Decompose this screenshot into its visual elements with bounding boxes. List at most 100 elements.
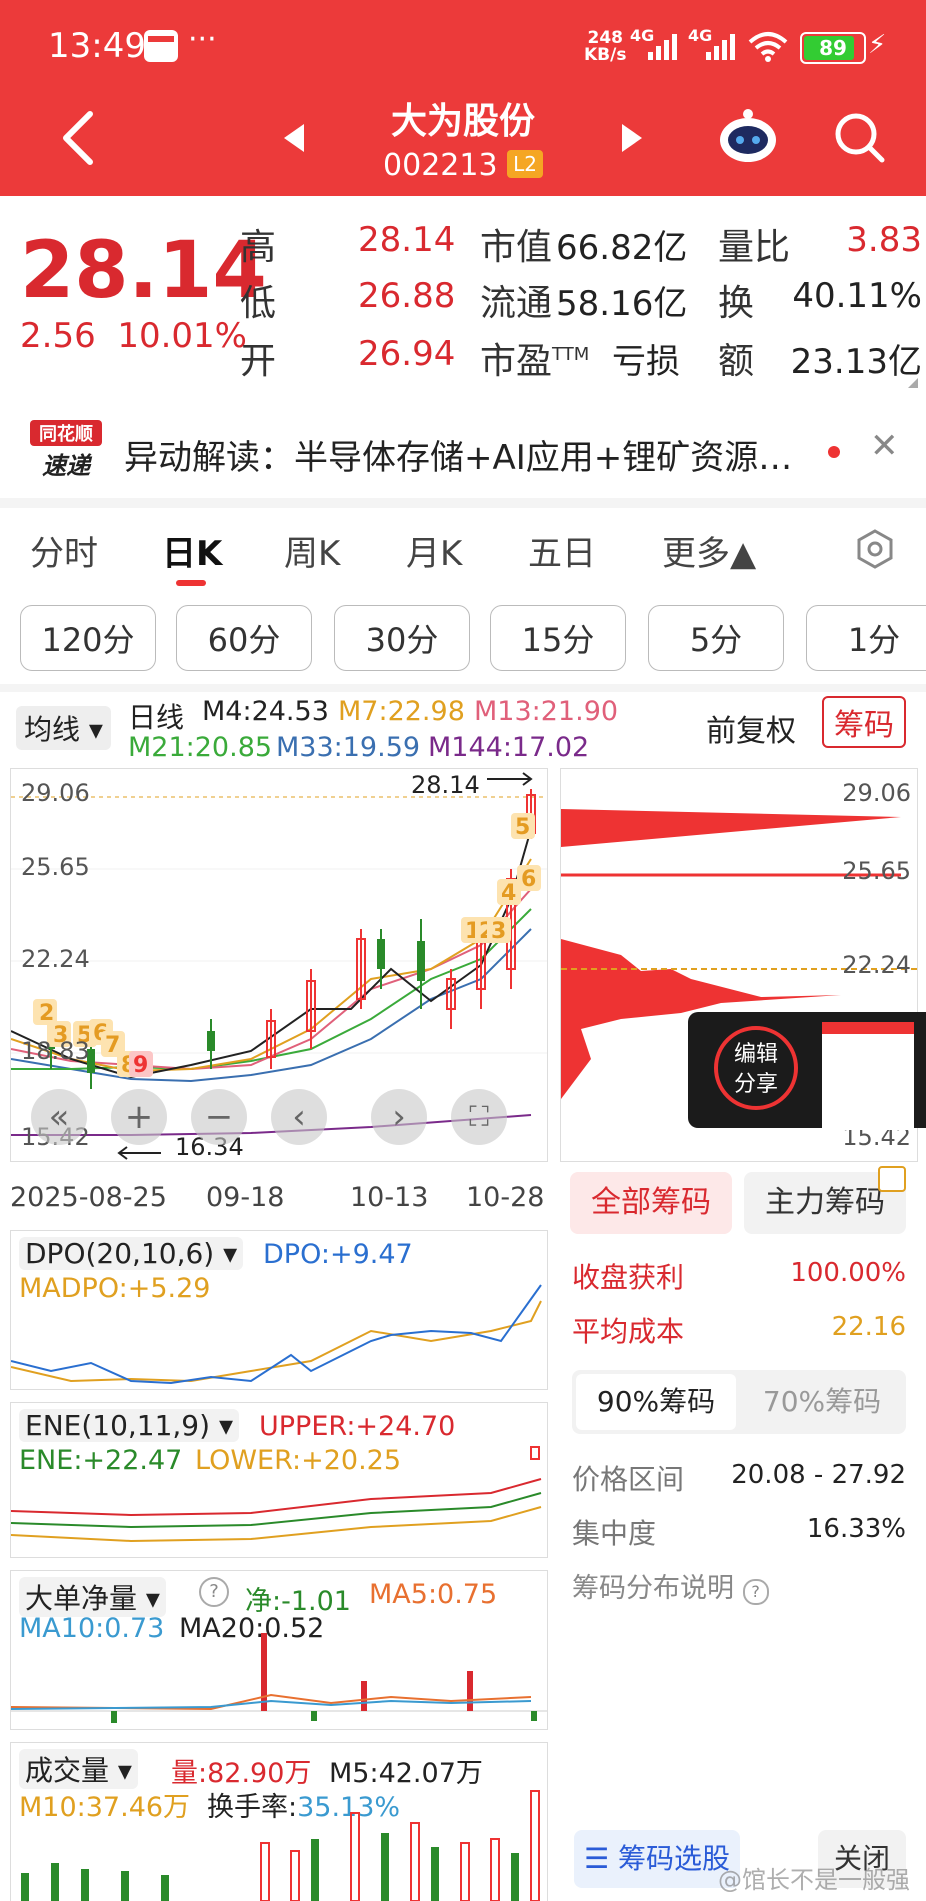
stock-code: 002213 bbox=[383, 148, 498, 183]
tab-all-chips[interactable]: 全部筹码 bbox=[570, 1172, 732, 1234]
svg-text:5: 5 bbox=[515, 815, 530, 840]
dpo-panel[interactable]: DPO(20,10,6) ▾ DPO:+9.47 MADPO:+5.29 bbox=[10, 1230, 548, 1390]
ma-m33: M33:19.59 bbox=[276, 732, 421, 763]
settings-hex-icon[interactable] bbox=[854, 528, 896, 570]
turnover-label: 换 bbox=[718, 283, 755, 324]
period-60min[interactable]: 60分 bbox=[176, 605, 312, 671]
zoom-out-button[interactable]: − bbox=[191, 1089, 247, 1145]
svg-text:3: 3 bbox=[491, 919, 506, 944]
tab-daily-k[interactable]: 日K bbox=[162, 526, 222, 575]
btn-70-chips[interactable]: 70%筹码 bbox=[742, 1374, 902, 1430]
level-badge: L2 bbox=[507, 150, 543, 178]
pe-label: 市盈TTM bbox=[480, 341, 590, 382]
edit-share-button[interactable]: 编辑 分享 bbox=[714, 1026, 798, 1110]
scroll-right-button[interactable]: › bbox=[371, 1089, 427, 1145]
expand-corner-icon[interactable] bbox=[908, 378, 918, 388]
close-icon[interactable]: ✕ bbox=[870, 426, 899, 466]
fullscreen-button[interactable]: ⛶ bbox=[451, 1089, 507, 1145]
battery-icon: 89 bbox=[800, 32, 866, 64]
search-icon[interactable] bbox=[834, 112, 886, 164]
price-range-label: 价格区间 bbox=[572, 1463, 685, 1496]
volume-panel[interactable]: 成交量 ▾ 量:82.90万 M5:42.07万 M10:37.46万 换手率:… bbox=[10, 1742, 548, 1901]
lock-icon bbox=[878, 1166, 906, 1192]
open-value: 26.94 bbox=[358, 334, 456, 374]
price-range-value: 20.08 - 27.92 bbox=[731, 1460, 906, 1490]
kline-high-mark: 28.14 bbox=[411, 771, 480, 799]
tab-more[interactable]: 更多▲ bbox=[662, 526, 756, 575]
chip-y-label-2: 25.65 bbox=[842, 857, 911, 885]
status-dots: ··· bbox=[188, 22, 217, 57]
high-label: 高 bbox=[240, 227, 277, 268]
btn-90-chips[interactable]: 90%筹码 bbox=[576, 1374, 736, 1430]
kline-chart[interactable]: 2 3 5 6 7 8 9 1 2 3 4 5 6 29.06 25.65 22… bbox=[10, 768, 548, 1162]
period-120min[interactable]: 120分 bbox=[20, 605, 156, 671]
kline-y-label-1: 29.06 bbox=[21, 779, 90, 807]
ene-svg bbox=[11, 1446, 542, 1543]
edit-share-popup[interactable]: 编辑 分享 bbox=[688, 1012, 926, 1130]
tab-five-day[interactable]: 五日 bbox=[528, 526, 596, 575]
chip-stock-pick-button[interactable]: ☰ 筹码选股 bbox=[574, 1830, 740, 1888]
weibo-watermark: @馆长不是一般强 bbox=[718, 1866, 910, 1894]
unread-dot bbox=[828, 446, 840, 458]
ene-panel[interactable]: ENE(10,11,9) ▾ UPPER:+24.70 ENE:+22.47 L… bbox=[10, 1402, 548, 1558]
dpo-svg bbox=[11, 1284, 542, 1385]
tab-weekly-k[interactable]: 周K bbox=[284, 526, 340, 575]
low-label: 低 bbox=[240, 283, 277, 324]
wifi-icon bbox=[748, 32, 788, 62]
ma-selector[interactable]: 均线 ▾ bbox=[16, 706, 111, 750]
high-value: 28.14 bbox=[358, 220, 456, 260]
question-icon: ? bbox=[742, 1579, 769, 1605]
screenshot-thumbnail[interactable] bbox=[822, 1022, 914, 1130]
ma-m4: M4:24.53 bbox=[202, 696, 329, 727]
charging-icon: ⚡ bbox=[868, 30, 887, 60]
period-15min[interactable]: 15分 bbox=[490, 605, 626, 671]
big-order-panel[interactable]: 大单净量 ▾ ? 净:-1.01 MA5:0.75 MA10:0.73 MA20… bbox=[10, 1570, 548, 1730]
mcap-label: 市值 bbox=[480, 227, 553, 268]
profit-value: 100.00% bbox=[790, 1258, 906, 1288]
chip-explain-link[interactable]: 筹码分布说明 ? bbox=[572, 1566, 769, 1605]
ths-logo: 同花顺 速递 bbox=[30, 420, 102, 480]
amount-value: 23.13亿 bbox=[790, 342, 922, 382]
status-time: 13:49 bbox=[48, 26, 146, 66]
avg-cost-value: 22.16 bbox=[831, 1312, 906, 1342]
period-1min[interactable]: 1分 bbox=[806, 605, 926, 671]
ma-m7: M7:22.98 bbox=[338, 696, 465, 727]
tab-active-indicator bbox=[176, 580, 206, 586]
tab-fenshi[interactable]: 分时 bbox=[30, 526, 98, 575]
news-bar[interactable]: 同花顺 速递 异动解读：半导体存储+AI应用+锂矿资源… ✕ bbox=[0, 402, 926, 498]
period-5min[interactable]: 5分 bbox=[648, 605, 784, 671]
robot-assistant-icon[interactable] bbox=[718, 106, 778, 166]
tab-monthly-k[interactable]: 月K bbox=[406, 526, 462, 575]
divider-2 bbox=[0, 684, 926, 692]
turnover-value: 40.11% bbox=[792, 276, 922, 316]
pe-value: 亏损 bbox=[612, 342, 680, 382]
stock-code-row: 002213 L2 bbox=[0, 148, 926, 183]
vr-label: 量比 bbox=[718, 227, 791, 268]
kline-y-label-4: 18.83 bbox=[21, 1037, 90, 1065]
kline-x-label-3: 10-13 bbox=[350, 1182, 429, 1213]
status-bar: 13:49 ··· 248 KB/s 4G 4G 89 ⚡ bbox=[0, 0, 926, 90]
zoom-in-button[interactable]: + bbox=[111, 1089, 167, 1145]
app-notification-icon bbox=[144, 30, 178, 62]
period-30min[interactable]: 30分 bbox=[334, 605, 470, 671]
next-stock-icon[interactable] bbox=[620, 124, 642, 152]
svg-text:6: 6 bbox=[521, 867, 536, 892]
ma-daily-label: 日线 bbox=[128, 701, 185, 734]
svg-text:9: 9 bbox=[133, 1053, 148, 1078]
kline-y-label-2: 25.65 bbox=[21, 853, 90, 881]
rewind-button[interactable]: « bbox=[31, 1089, 87, 1145]
chip-toggle-button[interactable]: 筹码 bbox=[822, 696, 906, 748]
concentration-label: 集中度 bbox=[572, 1517, 657, 1550]
scroll-left-button[interactable]: ‹ bbox=[271, 1089, 327, 1145]
ma-m144: M144:17.02 bbox=[428, 732, 590, 763]
open-label: 开 bbox=[240, 341, 277, 382]
signal-bars-icon bbox=[648, 34, 677, 60]
float-label: 流通 bbox=[480, 283, 553, 324]
chip-y-label-3: 22.24 bbox=[842, 951, 911, 979]
net-speed: 248 KB/s bbox=[584, 28, 627, 65]
fuquan-button[interactable]: 前复权 bbox=[706, 706, 796, 750]
low-value: 26.88 bbox=[358, 276, 456, 316]
chip-y-label-1: 29.06 bbox=[842, 779, 911, 807]
avg-cost-label: 平均成本 bbox=[572, 1315, 685, 1348]
mcap-value: 66.82亿 bbox=[556, 228, 688, 268]
